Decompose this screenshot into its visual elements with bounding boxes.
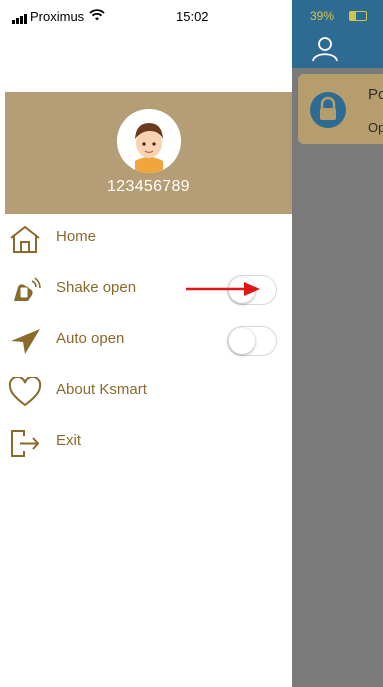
menu-item-about[interactable]: About Ksmart [0,369,292,413]
user-id: 123456789 [107,178,190,195]
auto-open-toggle[interactable] [227,326,277,356]
battery-icon [349,11,367,21]
menu-label-exit: Exit [56,432,82,449]
card-title: Po [368,86,383,103]
lock-icon [310,92,346,128]
signal-icon [12,14,27,24]
profile-header: 123456789 [5,92,292,214]
menu-label-home: Home [56,228,97,245]
lock-card[interactable]: Po Op [298,74,383,144]
menu-label-about: About Ksmart [56,381,147,398]
background-app-overlay[interactable]: 39% Po Op [292,0,383,687]
app-header: 39% [292,0,383,68]
status-time: 15:02 [176,9,209,24]
menu-item-home[interactable]: Home [0,216,292,260]
user-icon[interactable] [312,36,338,62]
home-icon [10,225,40,253]
card-subtitle: Op [368,120,383,135]
carrier-label: Proximus [30,9,85,24]
status-bar: Proximus 15:02 [0,0,292,26]
menu-item-exit[interactable]: Exit [0,420,292,464]
wifi-icon [89,9,105,21]
menu-label-shake-open: Shake open [56,279,137,296]
hand-shake-icon [14,277,41,301]
menu-label-auto-open: Auto open [56,330,125,347]
battery-percent: 39% [310,9,335,23]
menu-item-auto-open[interactable]: Auto open [0,318,292,362]
avatar[interactable] [117,109,181,173]
side-drawer: Proximus 15:02 123456789 Home Shake open… [0,0,292,687]
navigation-arrow-icon [11,329,40,354]
heart-icon [8,377,42,407]
annotation-arrow-icon [186,282,260,296]
exit-icon [11,430,40,457]
